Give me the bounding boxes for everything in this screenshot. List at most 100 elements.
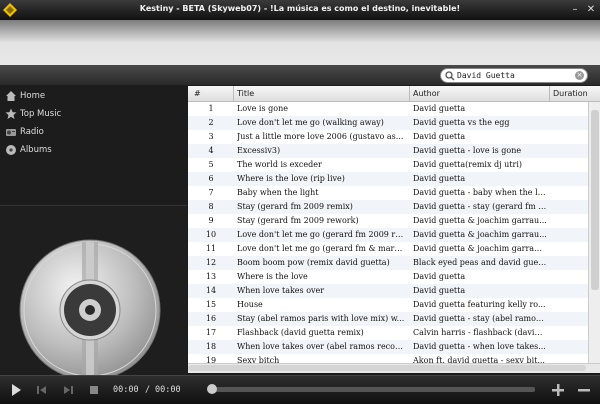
sidebar: Home Top Music Radio Albums bbox=[0, 85, 187, 205]
close-icon[interactable]: ✕ bbox=[584, 3, 598, 16]
table-row[interactable]: 5 The world is exceder David guetta(remix … bbox=[188, 158, 588, 172]
table-row[interactable]: 18 When love takes over (abel ramos recon… bbox=[188, 340, 588, 354]
sidebar-item-label: Albums bbox=[20, 145, 52, 155]
sidebar-item-label: Home bbox=[20, 91, 46, 101]
cell-number: 3 bbox=[208, 132, 214, 141]
cell-title: Stay (abel ramos paris with love mix) w.… bbox=[237, 314, 405, 323]
cell-title: Love don't let me go (walking away) bbox=[237, 118, 384, 127]
cell-title: Where is the love bbox=[237, 272, 308, 281]
cell-number: 11 bbox=[205, 244, 217, 253]
table-row[interactable]: 10 Love don't let me go (gerard fm 2009 r… bbox=[188, 228, 588, 242]
seek-bar[interactable] bbox=[207, 384, 535, 394]
sidebar-item-top-music[interactable]: Top Music bbox=[0, 105, 187, 123]
table-row[interactable]: 3 Just a little more love 2006 (gustavo a… bbox=[188, 130, 588, 144]
search-input[interactable] bbox=[457, 70, 569, 81]
cell-author: David guetta - when love takes... bbox=[413, 342, 546, 351]
cell-title: Stay (gerard fm 2009 rework) bbox=[237, 216, 359, 225]
minimize-icon[interactable]: – bbox=[568, 3, 582, 16]
table-row[interactable]: 11 Love don't let me go (gerard fm & mark… bbox=[188, 242, 588, 256]
cell-title: House bbox=[237, 300, 263, 309]
cell-title: Boom boom pow (remix david guetta) bbox=[237, 258, 390, 267]
cell-title: Love is gone bbox=[237, 104, 288, 113]
cell-author: David guetta - stay (abel ramos... bbox=[413, 314, 547, 323]
cell-number: 5 bbox=[208, 160, 214, 169]
table-header: # Title Author Duration bbox=[188, 86, 600, 102]
next-icon[interactable] bbox=[60, 382, 76, 398]
column-header-author[interactable]: Author bbox=[413, 89, 440, 98]
stop-icon[interactable] bbox=[86, 382, 102, 398]
cell-author: David guetta bbox=[413, 272, 466, 281]
column-header-number[interactable]: # bbox=[194, 89, 201, 98]
previous-icon[interactable] bbox=[34, 382, 50, 398]
cell-number: 6 bbox=[208, 174, 214, 183]
table-row[interactable]: 8 Stay (gerard fm 2009 remix) David guetta… bbox=[188, 200, 588, 214]
cell-author: David guetta featuring kelly ro... bbox=[413, 300, 546, 309]
cell-author: David guetta - stay (gerard fm 2... bbox=[413, 202, 547, 211]
vertical-scrollbar[interactable] bbox=[588, 102, 600, 363]
cell-number: 16 bbox=[205, 314, 217, 323]
sidebar-item-radio[interactable]: Radio bbox=[0, 123, 187, 141]
current-time: 00:00 bbox=[113, 385, 139, 395]
cell-number: 18 bbox=[205, 342, 217, 351]
table-row[interactable]: 17 Flashback (david guetta remix) Calvin h… bbox=[188, 326, 588, 340]
cell-author: David guetta bbox=[413, 286, 466, 295]
sidebar-item-home[interactable]: Home bbox=[0, 87, 187, 105]
seek-knob[interactable] bbox=[207, 384, 217, 394]
cell-number: 7 bbox=[208, 188, 214, 197]
table-row[interactable]: 12 Boom boom pow (remix david guetta) Blac… bbox=[188, 256, 588, 270]
title-bar: Kestiny - BETA (Skyweb07) - !La música e… bbox=[0, 0, 600, 20]
home-icon bbox=[6, 91, 16, 101]
radio-icon bbox=[6, 129, 16, 136]
table-row[interactable]: 15 House David guetta featuring kelly ro..… bbox=[188, 298, 588, 312]
table-row[interactable]: 6 Where is the love (rip live) David guett… bbox=[188, 172, 588, 186]
cell-number: 17 bbox=[205, 328, 217, 337]
albums-icon bbox=[6, 145, 16, 155]
cell-number: 8 bbox=[208, 202, 214, 211]
cell-title: The world is exceder bbox=[237, 160, 322, 169]
column-header-title[interactable]: Title bbox=[237, 89, 254, 98]
sidebar-item-label: Top Music bbox=[20, 109, 62, 119]
cell-author: David guetta & joachim garrau... bbox=[413, 230, 547, 239]
table-row[interactable]: 7 Baby when the light David guetta - baby … bbox=[188, 186, 588, 200]
clear-search-icon[interactable]: × bbox=[575, 71, 584, 80]
sidebar-item-albums[interactable]: Albums bbox=[0, 141, 187, 159]
cell-title: Love don't let me go (gerard fm 2009 rem… bbox=[237, 230, 407, 239]
scroll-thumb[interactable] bbox=[188, 365, 586, 371]
table-row[interactable]: 9 Stay (gerard fm 2009 rework) David guett… bbox=[188, 214, 588, 228]
cell-number: 2 bbox=[208, 118, 214, 127]
cell-author: Akon ft. david guetta - sexy bit... bbox=[413, 356, 545, 363]
cell-title: When love takes over (abel ramos recon..… bbox=[237, 342, 407, 351]
column-header-duration[interactable]: Duration bbox=[553, 89, 588, 98]
cell-number: 19 bbox=[205, 356, 217, 363]
horizontal-scrollbar[interactable] bbox=[188, 363, 600, 373]
table-row[interactable]: 13 Where is the love David guetta bbox=[188, 270, 588, 284]
window-title: Kestiny - BETA (Skyweb07) - !La música e… bbox=[139, 4, 461, 13]
table-row[interactable]: 2 Love don't let me go (walking away) Davi… bbox=[188, 116, 588, 130]
table-row[interactable]: 19 Sexy bitch Akon ft. david guetta - sexy… bbox=[188, 354, 588, 363]
cell-title: Love don't let me go (gerard fm & mark's… bbox=[237, 244, 407, 253]
play-icon[interactable] bbox=[8, 382, 24, 398]
cell-author: David guetta bbox=[413, 132, 466, 141]
cell-author: David guetta bbox=[413, 174, 466, 183]
cell-number: 4 bbox=[208, 146, 214, 155]
cell-title: Just a little more love 2006 (gustavo as… bbox=[237, 132, 404, 141]
cell-title: Where is the love (rip live) bbox=[237, 174, 345, 183]
add-icon[interactable] bbox=[550, 382, 566, 398]
album-art-panel bbox=[0, 205, 187, 381]
cell-number: 15 bbox=[205, 300, 217, 309]
cell-number: 9 bbox=[208, 216, 214, 225]
table-row[interactable]: 1 Love is gone David guetta bbox=[188, 102, 588, 116]
search-icon bbox=[445, 71, 455, 81]
cell-title: Sexy bitch bbox=[237, 356, 280, 363]
sidebar-item-label: Radio bbox=[20, 127, 44, 137]
cell-author: David guetta bbox=[413, 104, 466, 113]
cell-author: David guetta vs the egg bbox=[413, 118, 510, 127]
search-box[interactable]: × bbox=[440, 68, 588, 83]
table-row[interactable]: 4 Excessiv3) David guetta - love is gone bbox=[188, 144, 588, 158]
table-row[interactable]: 14 When love takes over David guetta bbox=[188, 284, 588, 298]
scroll-thumb[interactable] bbox=[591, 110, 599, 290]
cell-author: David guetta - baby when the li... bbox=[413, 188, 547, 197]
cell-author: David guetta(remix dj utri) bbox=[413, 160, 523, 169]
table-row[interactable]: 16 Stay (abel ramos paris with love mix) … bbox=[188, 312, 588, 326]
remove-icon[interactable] bbox=[576, 382, 592, 398]
